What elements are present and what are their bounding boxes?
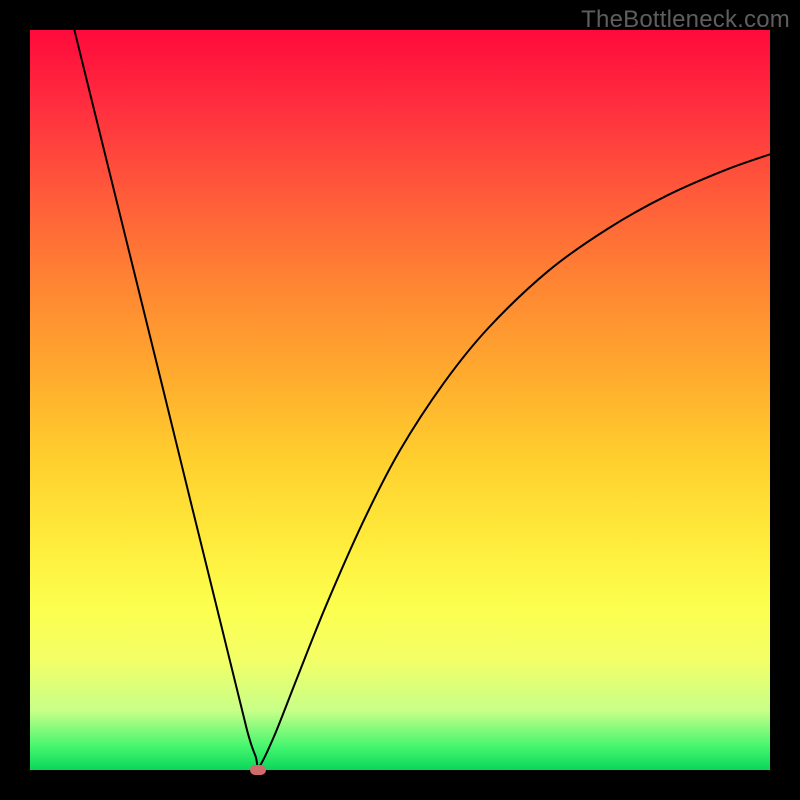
bottleneck-curve-path	[74, 30, 770, 767]
chart-frame: TheBottleneck.com	[0, 0, 800, 800]
plot-area	[30, 30, 770, 770]
min-marker	[250, 765, 266, 775]
watermark-text: TheBottleneck.com	[581, 6, 790, 34]
curve-svg	[30, 30, 770, 770]
